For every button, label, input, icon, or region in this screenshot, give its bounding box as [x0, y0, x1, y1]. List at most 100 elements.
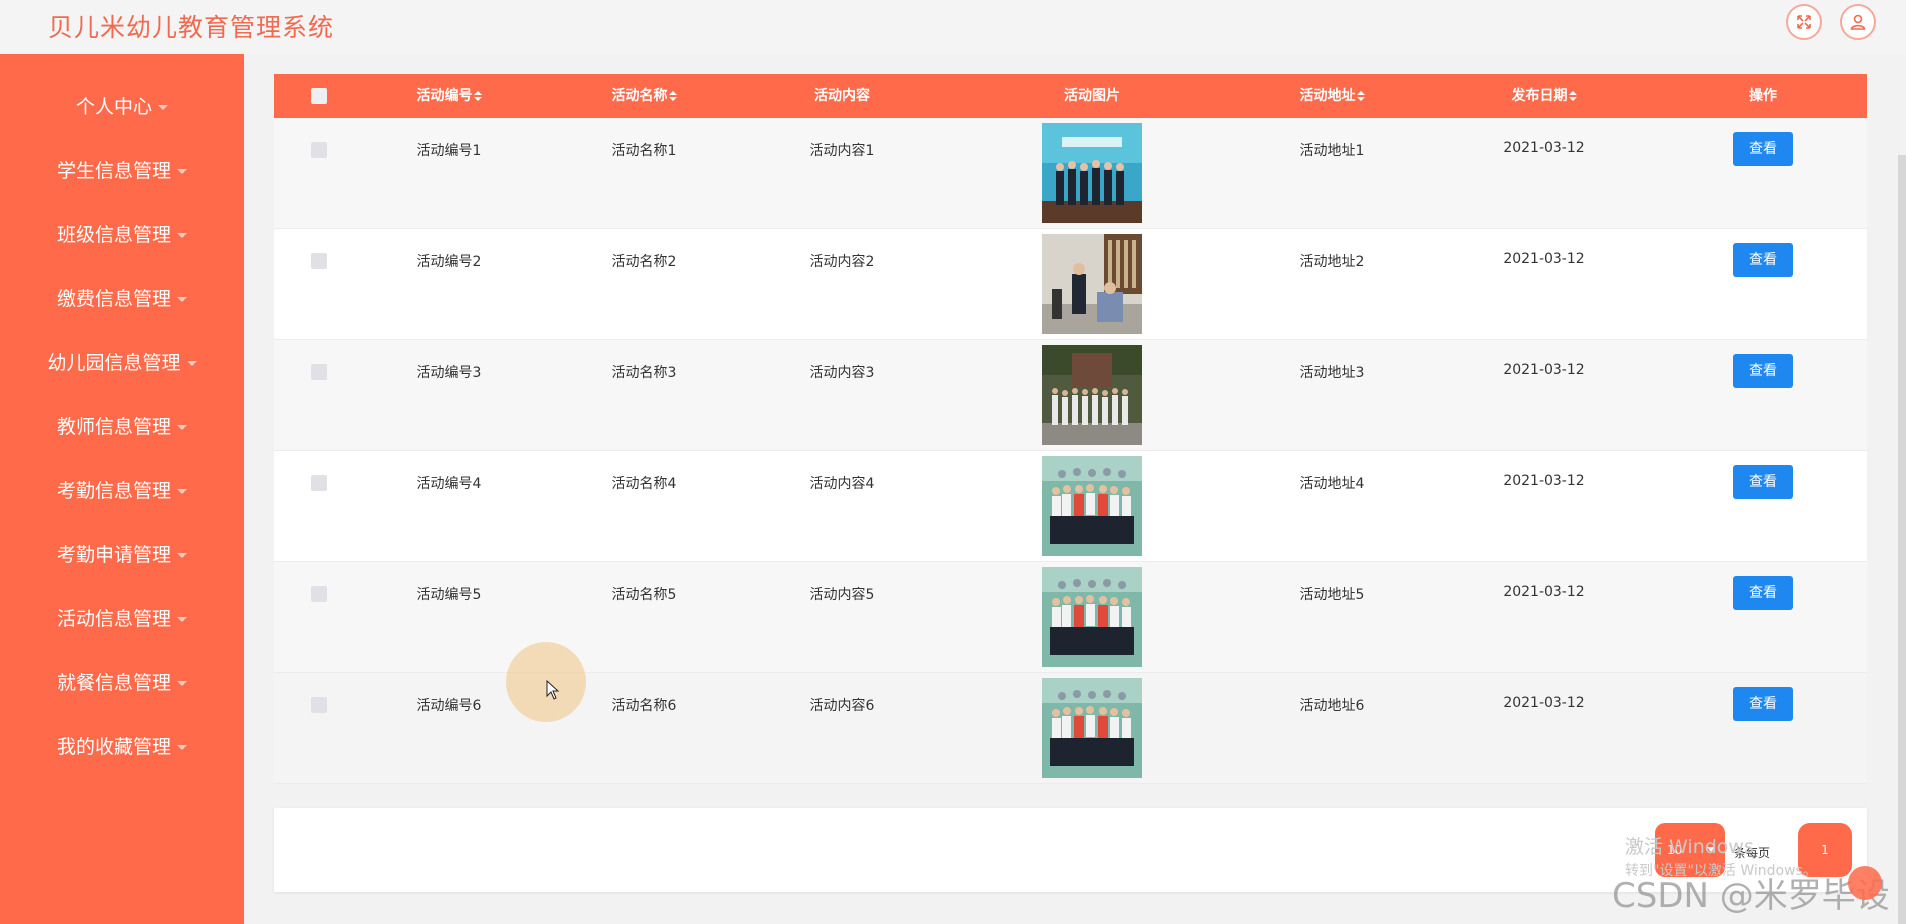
table-header: 活动编号 活动名称 活动内容 活动图片 活动地址 发布日期 操作 — [274, 74, 1867, 118]
cell-address: 活动地址6 — [1299, 698, 1365, 714]
sidebar-item-label: 活动信息管理 — [56, 608, 171, 630]
row-checkbox[interactable] — [311, 364, 327, 380]
view-button[interactable]: 查看 — [1733, 354, 1793, 388]
cell-date: 2021-03-12 — [1503, 473, 1585, 489]
cell-content: 活动内容3 — [809, 365, 875, 381]
sidebar-item-class-info[interactable]: 班级信息管理 — [0, 215, 244, 255]
activity-photo[interactable] — [1042, 456, 1142, 556]
row-checkbox[interactable] — [311, 697, 327, 713]
sidebar-item-label: 考勤申请管理 — [56, 544, 171, 566]
activity-photo[interactable] — [1042, 234, 1142, 334]
caret-down-icon — [177, 233, 187, 238]
caret-down-icon — [177, 489, 187, 494]
fullscreen-icon[interactable] — [1786, 4, 1822, 40]
sort-icon — [1568, 91, 1577, 101]
cell-address: 活动地址2 — [1299, 254, 1365, 270]
cell-name: 活动名称5 — [611, 587, 677, 603]
column-header-action: 操作 — [1749, 88, 1777, 104]
caret-down-icon — [177, 681, 187, 686]
sidebar-item-my-favorites[interactable]: 我的收藏管理 — [0, 727, 244, 767]
app-title: 贝儿米幼儿教育管理系统 — [48, 13, 335, 42]
sidebar-item-activity-info[interactable]: 活动信息管理 — [0, 599, 244, 639]
select-all-checkbox[interactable] — [311, 88, 327, 104]
cell-name: 活动名称2 — [611, 254, 677, 270]
cell-date: 2021-03-12 — [1503, 584, 1585, 600]
sort-icon — [668, 91, 677, 101]
csdn-watermark: CSDN @米罗毕设 — [1612, 876, 1890, 916]
column-header-code[interactable]: 活动编号 — [384, 74, 514, 118]
view-button[interactable]: 查看 — [1733, 576, 1793, 610]
sidebar-item-student-info[interactable]: 学生信息管理 — [0, 151, 244, 191]
caret-down-icon — [158, 105, 168, 110]
sidebar-item-label: 就餐信息管理 — [56, 672, 171, 694]
user-icon[interactable] — [1840, 4, 1876, 40]
cell-date: 2021-03-12 — [1503, 251, 1585, 267]
cell-content: 活动内容4 — [809, 476, 875, 492]
sidebar-item-label: 个人中心 — [75, 96, 152, 118]
sidebar-item-label: 班级信息管理 — [56, 224, 171, 246]
caret-down-icon — [186, 361, 197, 366]
table-row: 活动编号3 活动名称3 活动内容3 活动地址3 2021-03-12 查看 — [274, 340, 1867, 451]
sidebar-item-personal-center[interactable]: 个人中心 — [0, 87, 244, 127]
sort-icon — [473, 91, 482, 101]
cell-code: 活动编号2 — [416, 254, 482, 270]
cell-date: 2021-03-12 — [1503, 362, 1585, 378]
cell-content: 活动内容2 — [809, 254, 875, 270]
activity-photo[interactable] — [1042, 345, 1142, 445]
column-header-address[interactable]: 活动地址 — [1267, 74, 1397, 118]
cell-date: 2021-03-12 — [1503, 695, 1585, 711]
floating-action-button[interactable] — [1848, 866, 1882, 900]
cell-name: 活动名称6 — [611, 698, 677, 714]
view-button[interactable]: 查看 — [1733, 687, 1793, 721]
scrollbar[interactable] — [1898, 155, 1906, 924]
cell-address: 活动地址5 — [1299, 587, 1365, 603]
column-header-image: 活动图片 — [1064, 88, 1120, 104]
column-header-date[interactable]: 发布日期 — [1479, 74, 1609, 118]
cell-address: 活动地址1 — [1299, 143, 1365, 159]
sidebar-item-attendance-info[interactable]: 考勤信息管理 — [0, 471, 244, 511]
caret-down-icon — [177, 425, 187, 430]
cell-content: 活动内容5 — [809, 587, 875, 603]
cell-date: 2021-03-12 — [1503, 140, 1585, 156]
column-header-content: 活动内容 — [814, 88, 870, 104]
cell-content: 活动内容1 — [809, 143, 875, 159]
sort-icon — [1356, 91, 1365, 101]
cell-code: 活动编号6 — [416, 698, 482, 714]
sidebar-item-meal-info[interactable]: 就餐信息管理 — [0, 663, 244, 703]
windows-activation-watermark: 激活 Windows — [1625, 836, 1754, 858]
sidebar-item-attendance-request[interactable]: 考勤申请管理 — [0, 535, 244, 575]
top-bar: 贝儿米幼儿教育管理系统 — [0, 0, 1906, 54]
table-row: 活动编号2 活动名称2 活动内容2 活动地址2 2021-03-12 查看 — [274, 229, 1867, 340]
cell-name: 活动名称4 — [611, 476, 677, 492]
sidebar-item-label: 我的收藏管理 — [56, 736, 171, 758]
row-checkbox[interactable] — [311, 253, 327, 269]
cell-address: 活动地址4 — [1299, 476, 1365, 492]
activity-photo[interactable] — [1042, 567, 1142, 667]
sidebar-item-payment-info[interactable]: 缴费信息管理 — [0, 279, 244, 319]
activity-photo[interactable] — [1042, 678, 1142, 778]
caret-down-icon — [177, 745, 187, 750]
table-row: 活动编号5 活动名称5 活动内容5 活动地址5 2021-03-12 查看 — [274, 562, 1867, 673]
cell-content: 活动内容6 — [809, 698, 875, 714]
sidebar: 个人中心 学生信息管理 班级信息管理 缴费信息管理 幼儿园信息管理 教师信息管理… — [0, 54, 244, 924]
cell-address: 活动地址3 — [1299, 365, 1365, 381]
activity-photo[interactable] — [1042, 123, 1142, 223]
row-checkbox[interactable] — [311, 142, 327, 158]
view-button[interactable]: 查看 — [1733, 465, 1793, 499]
caret-down-icon — [177, 169, 187, 174]
sidebar-item-label: 考勤信息管理 — [56, 480, 171, 502]
row-checkbox[interactable] — [311, 475, 327, 491]
view-button[interactable]: 查看 — [1733, 132, 1793, 166]
column-header-name[interactable]: 活动名称 — [579, 74, 709, 118]
sidebar-item-label: 缴费信息管理 — [56, 288, 171, 310]
row-checkbox[interactable] — [311, 586, 327, 602]
sidebar-item-teacher-info[interactable]: 教师信息管理 — [0, 407, 244, 447]
sidebar-item-kindergarten-info[interactable]: 幼儿园信息管理 — [0, 343, 244, 383]
sidebar-item-label: 教师信息管理 — [56, 416, 171, 438]
caret-down-icon — [177, 617, 187, 622]
caret-down-icon — [177, 553, 187, 558]
sidebar-item-label: 幼儿园信息管理 — [47, 352, 181, 374]
cell-code: 活动编号5 — [416, 587, 482, 603]
view-button[interactable]: 查看 — [1733, 243, 1793, 277]
cell-code: 活动编号3 — [416, 365, 482, 381]
